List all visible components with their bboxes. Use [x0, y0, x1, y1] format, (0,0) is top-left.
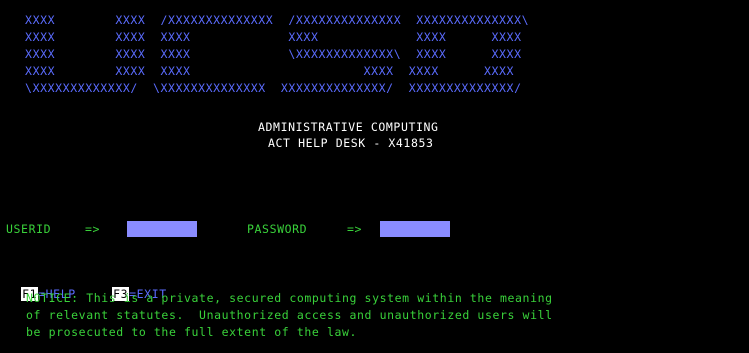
password-label: PASSWORD — [247, 222, 308, 236]
userid-input[interactable] — [127, 221, 197, 237]
notice-line-3: be prosecuted to the full extent of the … — [26, 325, 358, 339]
userid-arrow: => — [85, 222, 101, 236]
logo-row: XXXX XXXX /XXXXXXXXXXXXXX /XXXXXXXXXXXXX… — [10, 13, 530, 27]
page-subtitle: ACT HELP DESK - X41853 — [268, 136, 434, 150]
notice-line-1: NOTICE: This is a private, secured compu… — [26, 291, 553, 305]
page-title: ADMINISTRATIVE COMPUTING — [258, 120, 439, 134]
logo-row: \XXXXXXXXXXXXX/ \XXXXXXXXXXXXXX XXXXXXXX… — [10, 81, 522, 95]
logo-row: XXXX XXXX XXXX XXXX XXXX XXXX — [10, 30, 522, 44]
password-arrow: => — [347, 222, 363, 236]
logo-row: XXXX XXXX XXXX \XXXXXXXXXXXXX\ XXXX XXXX — [10, 47, 522, 61]
userid-label: USERID — [6, 222, 52, 236]
notice-line-2: of relevant statutes. Unauthorized acces… — [26, 308, 553, 322]
logo-row: XXXX XXXX XXXX XXXX XXXX XXXX — [10, 64, 515, 78]
password-input[interactable] — [380, 221, 450, 237]
